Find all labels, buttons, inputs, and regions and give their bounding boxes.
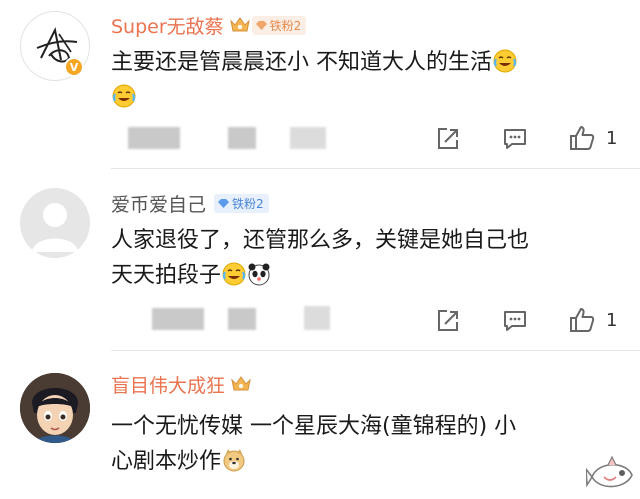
username[interactable]: 盲目伟大成狂 [111,371,225,398]
share-icon[interactable] [435,308,461,334]
panda-emoji [248,263,270,286]
blurred-source [290,127,326,149]
verified-badge: V [64,57,84,77]
avatar[interactable] [20,373,90,443]
comment-text-line: 一个无忧传媒 一个星辰大海(童锦程的) 小 [111,414,517,439]
comment-text: 主要还是管晨晨还小 不知道大人的生活 [111,45,616,115]
default-avatar-icon [32,203,78,252]
avatar[interactable] [20,188,90,258]
fish-watermark-icon [586,455,633,488]
comment-text-line: 主要还是管晨晨还小 不知道大人的生活 [111,50,492,75]
comment-icon[interactable] [502,308,528,334]
comment-text-line: 天天拍段子 [111,263,222,288]
blurred-location [228,308,256,330]
like-count: 1 [606,128,618,149]
divider [111,168,640,169]
comment-header: 爱币爱自己 铁粉2 [111,190,269,216]
share-icon[interactable] [435,126,461,152]
username[interactable]: 爱币爱自己 [111,190,206,217]
blurred-location [228,127,256,149]
fan-badge[interactable]: 铁粉2 [214,193,269,213]
comment-item: 爱币爱自己 铁粉2 人家退役了，还管那么多，关键是她自己也 天天拍段子 1 [0,170,640,351]
laugh-cry-emoji [112,84,136,108]
fan-badge[interactable]: 铁粉2 [251,15,307,35]
fan-badge-icon [255,20,267,30]
blurred-timestamp [128,127,180,149]
comment-header: Super无敌蔡 铁粉2 [111,12,307,39]
comment-text-line: 人家退役了，还管那么多，关键是她自己也 [111,228,530,253]
comment-item: 盲目伟大成狂 一个无忧传媒 一个星辰大海(童锦程的) 小 心剧本炒作 [0,351,640,499]
like-icon[interactable] [568,306,596,334]
blurred-timestamp [152,308,204,330]
username[interactable]: Super无敌蔡 [111,12,224,39]
comment-item: V Super无敌蔡 铁粉2 主要还是管晨晨还小 不知道大人的生活 1 [0,0,640,170]
comment-text: 一个无忧传媒 一个星辰大海(童锦程的) 小 心剧本炒作 [111,409,621,479]
comment-text: 人家退役了，还管那么多，关键是她自己也 天天拍段子 [111,223,616,293]
comment-text-line: 心剧本炒作 [111,449,222,474]
blurred-source [304,306,330,330]
crown-icon [229,17,250,32]
like-icon[interactable] [568,124,596,152]
fan-badge-label: 铁粉2 [232,196,264,211]
laugh-cry-emoji [493,49,517,73]
laugh-cry-emoji [222,262,246,286]
cartoon-avatar-icon [20,373,90,443]
diamond-icon [218,198,230,208]
doge-emoji [223,449,245,472]
crown-icon [231,376,251,391]
fan-badge-label: 铁粉2 [269,18,302,33]
like-count: 1 [606,310,618,331]
comment-icon[interactable] [502,126,528,152]
comment-header: 盲目伟大成狂 [111,371,251,397]
